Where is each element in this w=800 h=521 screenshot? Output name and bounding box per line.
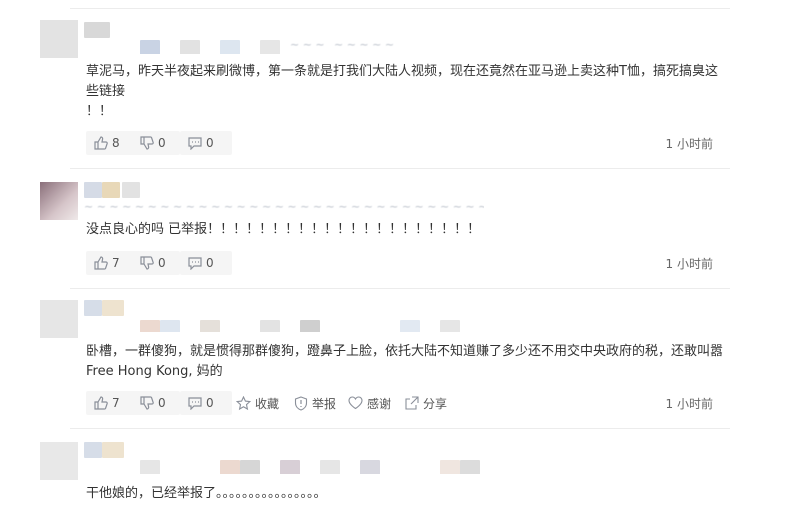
- comment-actions: 8 0 0: [86, 131, 486, 155]
- comment-actions: 7 0 0: [86, 251, 486, 275]
- reply-button[interactable]: 0: [180, 391, 232, 415]
- divider: [70, 8, 730, 9]
- comment-icon: [188, 257, 202, 270]
- divider: [70, 168, 730, 169]
- thanks-label: 感谢: [367, 396, 392, 411]
- thumb-down-icon: [140, 136, 154, 150]
- comment-time: 1 小时前: [665, 137, 713, 151]
- shield-icon: [294, 395, 308, 411]
- like-count: 8: [112, 136, 120, 150]
- dislike-button[interactable]: 0: [132, 391, 180, 415]
- report-button[interactable]: 举报: [294, 391, 336, 415]
- comment-text: 没点良心的吗 已举报！！！！！！！！！！！！！！！！！！！！！: [86, 222, 481, 237]
- share-button[interactable]: 分享: [404, 391, 447, 415]
- like-count: 7: [112, 256, 120, 270]
- comment-actions: 7 0 0 收藏 举报 感谢 分享: [86, 391, 506, 415]
- collect-button[interactable]: 收藏: [236, 391, 279, 415]
- collect-label: 收藏: [255, 396, 280, 411]
- reply-count: 0: [206, 396, 214, 410]
- avatar[interactable]: [40, 20, 78, 58]
- like-count: 7: [112, 396, 120, 410]
- comment-icon: [188, 137, 202, 150]
- comment-icon: [188, 397, 202, 410]
- avatar[interactable]: [40, 442, 78, 480]
- thumb-up-icon: [94, 136, 108, 150]
- username-blurred: ~ ~ ~ ~ ~ ~ ~ ~: [84, 20, 444, 54]
- star-icon: [236, 395, 251, 410]
- avatar[interactable]: [40, 182, 78, 220]
- username-blurred: [84, 440, 504, 474]
- comment-text: 干他娘的，已经举报了。。。。。。。。。。。。。。。。: [86, 486, 327, 501]
- reply-count: 0: [206, 256, 214, 270]
- thanks-button[interactable]: 感谢: [348, 391, 391, 415]
- comment-text: 草泥马，昨天半夜起来刷微博，第一条就是打我们大陆人视频，现在还竟然在亚马逊上卖这…: [86, 64, 718, 119]
- comment-time: 1 小时前: [665, 397, 713, 411]
- dislike-button[interactable]: 0: [132, 251, 180, 275]
- reply-button[interactable]: 0: [180, 251, 232, 275]
- dislike-count: 0: [158, 256, 166, 270]
- share-icon: [405, 395, 419, 410]
- thumb-down-icon: [140, 396, 154, 410]
- username-blurred: ~ ~ ~ ~ ~ ~ ~ ~ ~ ~ ~ ~ ~ ~ ~ ~ ~ ~ ~ ~ …: [84, 180, 484, 214]
- reply-count: 0: [206, 136, 214, 150]
- share-label: 分享: [423, 396, 448, 411]
- comment-text: 卧槽，一群傻狗，就是惯得那群傻狗，蹬鼻子上脸，依托大陆不知道赚了多少还不用交中央…: [86, 344, 724, 379]
- username-blurred: [84, 298, 484, 332]
- heart-icon: [348, 396, 363, 410]
- thumb-down-icon: [140, 256, 154, 270]
- avatar[interactable]: [40, 300, 78, 338]
- dislike-count: 0: [158, 396, 166, 410]
- dislike-button[interactable]: 0: [132, 131, 180, 155]
- divider: [70, 288, 730, 289]
- report-label: 举报: [312, 396, 337, 411]
- thumb-up-icon: [94, 256, 108, 270]
- comment-time: 1 小时前: [665, 257, 713, 271]
- reply-button[interactable]: 0: [180, 131, 232, 155]
- thumb-up-icon: [94, 396, 108, 410]
- dislike-count: 0: [158, 136, 166, 150]
- divider: [70, 428, 730, 429]
